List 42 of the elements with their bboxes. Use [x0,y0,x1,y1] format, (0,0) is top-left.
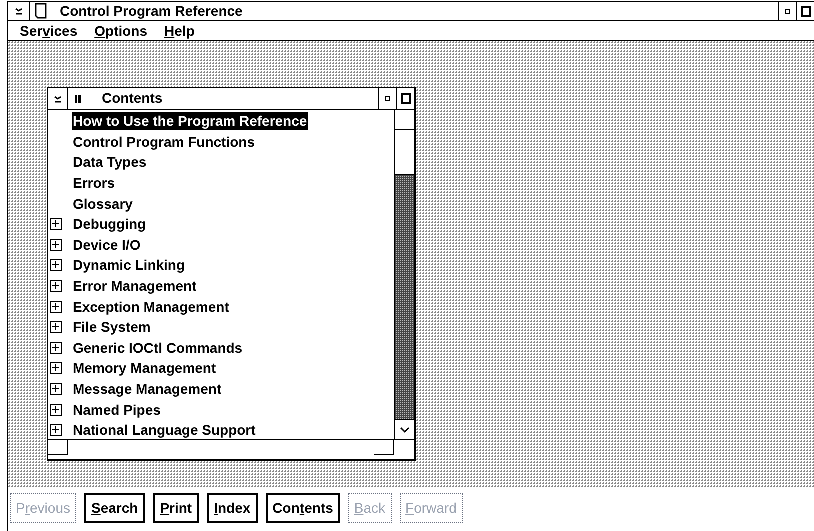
expand-icon[interactable] [50,342,62,354]
contents-item[interactable]: Dynamic Linking [72,256,186,274]
expand-icon[interactable] [50,404,62,416]
expand-icon[interactable] [50,259,62,272]
contents-item[interactable]: Errors [72,174,116,192]
contents-item[interactable]: Named Pipes [72,400,162,419]
menu-item[interactable]: Options [94,24,148,38]
contents-item[interactable]: National Language Support [72,421,257,440]
maximize-button[interactable] [796,2,814,20]
expand-icon[interactable] [50,218,62,230]
nav-button[interactable]: Search [84,493,146,523]
contents-item[interactable]: Debugging [72,215,148,234]
nav-button[interactable]: Print [153,493,200,523]
expand-icon[interactable] [50,424,62,436]
contents-item[interactable]: Memory Management [72,359,218,378]
expand-icon[interactable] [50,362,62,374]
contents-item[interactable]: Glossary [72,194,134,213]
expand-icon[interactable] [50,238,62,251]
system-menu-icon[interactable] [52,94,62,102]
contents-title: Contents [102,89,164,108]
contents-item[interactable]: Control Program Functions [72,132,256,151]
maximize-button[interactable] [396,88,414,109]
contents-item[interactable]: Data Types [72,153,148,172]
contents-item[interactable]: Exception Management [72,298,230,316]
expand-icon[interactable] [50,300,62,313]
contents-item[interactable]: File System [72,318,152,336]
contents-item[interactable]: Message Management [72,380,223,398]
nav-button[interactable]: Index [207,493,258,523]
system-menu-icon[interactable] [14,7,24,15]
menu-item[interactable]: Help [164,24,195,38]
book-icon [74,94,82,104]
expand-icon[interactable] [50,321,62,334]
expand-icon[interactable] [50,280,62,292]
contents-item[interactable]: Error Management [72,277,198,296]
vertical-scrollbar[interactable] [394,110,414,439]
window-title: Control Program Reference [60,2,244,21]
contents-item[interactable]: Device I/O [72,236,142,254]
expand-icon[interactable] [50,383,62,396]
contents-item[interactable]: Generic IOCtl Commands [72,338,244,357]
nav-button[interactable]: Contents [266,493,340,523]
contents-item[interactable]: How to Use the Program Reference [72,112,308,130]
menu-item[interactable]: Services [20,24,78,38]
